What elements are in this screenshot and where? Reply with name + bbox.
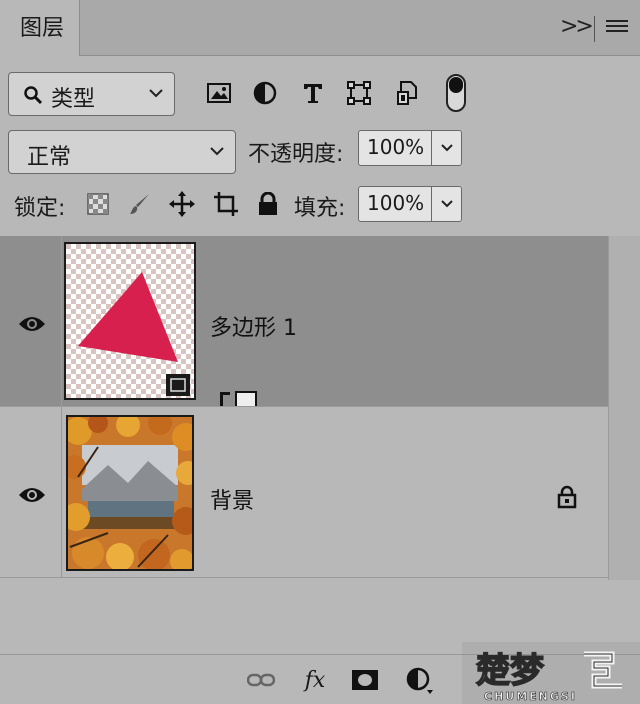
adjustment-layer-icon[interactable] [404,665,434,695]
filter-kind-label: 类型 [51,87,96,112]
opacity-label: 不透明度: [248,142,344,167]
panel-menu-icon[interactable] [606,20,628,36]
fill-label: 填充: [294,196,346,221]
watermark-subtitle: CHUMENGSI [484,690,577,703]
opacity-dropdown-button[interactable] [431,131,461,165]
blend-mode-select[interactable]: 正常 [8,130,236,174]
lock-image-pixels-icon[interactable] [126,190,154,218]
layer-row-polygon[interactable]: 多边形 1 [0,236,608,406]
smart-object-filter-icon[interactable] [392,78,422,108]
opacity-value: 100% [367,135,425,159]
collapse-panel-icon[interactable]: >> [560,14,594,39]
adjustment-filter-icon[interactable] [250,78,280,108]
chevron-down-icon [210,147,224,156]
layer-thumbnail-polygon[interactable] [64,242,196,400]
panel-tab-bar: 图层 >> [0,0,640,56]
watermark-logo: 楚梦 CHUMENGSI [462,642,640,704]
lock-artboard-icon[interactable] [212,190,240,218]
toggle-knob [449,77,463,93]
visibility-column [0,407,62,577]
link-layers-icon[interactable] [246,665,276,695]
layers-list: 多边形 1 背景 [0,236,608,580]
fill-dropdown-button[interactable] [431,187,461,221]
layers-scrollbar[interactable] [608,236,640,580]
lock-all-icon[interactable] [254,190,282,218]
filter-kind-select[interactable]: 类型 [8,72,175,116]
layer-lock-icon[interactable] [556,485,578,509]
search-icon [24,86,43,105]
fill-field[interactable]: 100% [358,186,462,222]
filter-toggle-switch[interactable] [446,74,466,112]
chevron-down-icon [149,89,163,98]
chevron-down-icon [440,200,453,208]
tab-bar-divider [594,16,595,42]
tab-layers-label: 图层 [20,16,65,41]
type-filter-icon[interactable] [298,78,328,108]
chevron-down-icon [440,144,453,152]
tab-layers[interactable]: 图层 [0,0,80,56]
lock-label: 锁定: [14,196,66,221]
layer-style-icon[interactable]: fx [300,665,330,695]
layer-name-background[interactable]: 背景 [210,483,254,515]
layer-row-background[interactable]: 背景 [0,406,608,578]
shape-filter-icon[interactable] [344,78,374,108]
polygon-shape-thumbnail-icon [66,244,194,398]
fill-value: 100% [367,191,425,215]
eye-icon[interactable] [18,485,46,505]
lock-position-icon[interactable] [168,190,196,218]
blend-mode-value: 正常 [27,145,72,170]
autumn-landscape-thumbnail-icon [68,417,192,569]
layer-mask-icon[interactable] [350,665,380,695]
opacity-field[interactable]: 100% [358,130,462,166]
layer-name-polygon[interactable]: 多边形 1 [210,310,297,342]
eye-icon[interactable] [18,314,46,334]
image-filter-icon[interactable] [204,78,234,108]
visibility-column [0,236,62,406]
lock-transparent-pixels-icon[interactable] [84,190,112,218]
layer-thumbnail-background[interactable] [66,415,194,571]
watermark-title: 楚梦 [476,651,544,691]
